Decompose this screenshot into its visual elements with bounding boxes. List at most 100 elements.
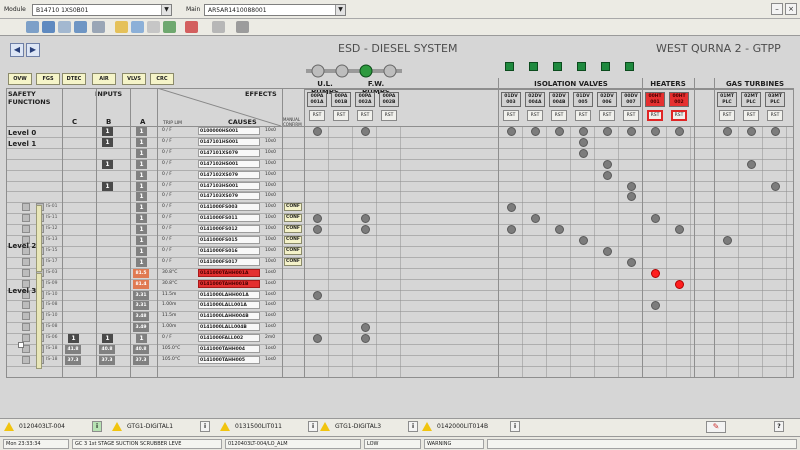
reset-button[interactable]: RST (551, 110, 567, 121)
sf-square[interactable] (22, 203, 30, 211)
confirm-button[interactable]: CONF (284, 225, 302, 233)
reset-button[interactable]: RST (333, 110, 349, 121)
confirm-button[interactable]: CONF (284, 214, 302, 222)
acknowledge-icon[interactable]: ✎ (706, 421, 726, 433)
reset-button[interactable]: RST (719, 110, 735, 121)
confirm-button[interactable]: CONF (284, 258, 302, 266)
group-gas-turbines: GAS TURBINES (725, 80, 785, 88)
reset-button[interactable]: RST (309, 110, 325, 121)
system-button-ovw[interactable]: OVW (8, 73, 32, 85)
back-arrow-icon[interactable]: ◀ (10, 43, 24, 57)
reset-button[interactable]: RST (527, 110, 543, 121)
cause-tag[interactable]: 0141000TAHH001B (198, 280, 260, 288)
main-select[interactable]: AR5AR1410088001 ▼ (204, 4, 346, 16)
reset-button[interactable]: RST (503, 110, 519, 121)
folder-icon[interactable] (115, 21, 128, 33)
alarm-tag[interactable]: 0120403LT-004 (19, 421, 65, 433)
save-icon[interactable] (42, 21, 55, 33)
cause-tag[interactable]: 0147102XS079 (198, 171, 260, 179)
system-button-air[interactable]: AIR (92, 73, 116, 85)
sf-square[interactable] (22, 356, 30, 364)
export-icon[interactable] (236, 21, 249, 33)
cause-tag[interactable]: 0141000TAHH004 (198, 345, 260, 353)
sf-square[interactable] (22, 334, 30, 342)
input-a-value: 3.31 (133, 291, 149, 300)
info-button[interactable]: i (92, 421, 102, 432)
settings-icon[interactable] (212, 21, 225, 33)
reset-button[interactable]: RST (743, 110, 759, 121)
cause-tag[interactable]: 0147103HS001 (198, 182, 260, 190)
cause-tag[interactable]: 0141000FS017 (198, 258, 260, 266)
trend-icon[interactable] (163, 21, 176, 33)
confirm-button[interactable]: CONF (284, 203, 302, 211)
table-icon[interactable] (74, 21, 87, 33)
cause-tag[interactable]: 0141000FALL002 (198, 334, 260, 342)
grid-line (96, 88, 97, 378)
help-button[interactable]: ? (774, 421, 784, 432)
window-icon[interactable] (131, 21, 144, 33)
reset-button[interactable]: RST (623, 110, 639, 121)
cause-tag[interactable]: 0141000TAHH005 (198, 356, 260, 364)
alarm-tag[interactable]: 0142000LIT014B (437, 421, 488, 433)
reset-button[interactable]: RST (357, 110, 373, 121)
cause-tag[interactable]: 0141000LALL004B (198, 323, 260, 331)
cause-tag[interactable]: 0147103XS079 (198, 192, 260, 200)
cause-tag[interactable]: 0100000HS001 (198, 127, 260, 135)
info-button[interactable]: i (308, 421, 318, 432)
cause-tag[interactable]: 0147101XS079 (198, 149, 260, 157)
system-button-vlvs[interactable]: VLVS (122, 73, 146, 85)
column-tag: 02MT PLC (741, 92, 761, 107)
alarm-tag[interactable]: GTG1-DIGITAL1 (127, 421, 173, 433)
cause-tag[interactable]: 0141000FS011 (198, 214, 260, 222)
list-icon[interactable] (147, 21, 160, 33)
reset-button[interactable]: RST (599, 110, 615, 121)
zoom-icon[interactable] (92, 21, 105, 33)
trip-limit: 0 / F (162, 248, 172, 253)
system-button-dtec[interactable]: DTEC (62, 73, 86, 85)
alarm-tag[interactable]: 0131500LIT011 (235, 421, 282, 433)
sf-square[interactable] (22, 269, 30, 277)
sf-square[interactable] (22, 214, 30, 222)
cause-tag[interactable]: 0141000FS003 (198, 203, 260, 211)
sf-square[interactable] (22, 312, 30, 320)
reset-button[interactable]: RST (575, 110, 591, 121)
cause-tag[interactable]: 0141000LALL001A (198, 301, 260, 309)
print-icon[interactable] (26, 21, 39, 33)
sf-square[interactable] (22, 301, 30, 309)
cause-tag[interactable]: 0141000FS016 (198, 247, 260, 255)
reset-button[interactable]: RST (767, 110, 783, 121)
reset-button[interactable]: RST (647, 110, 663, 121)
alarm-tag[interactable]: GTG1-DIGITAL3 (335, 421, 381, 433)
trip-limit: 30.8°C (162, 281, 178, 286)
cause-tag[interactable]: 0147102HS001 (198, 160, 260, 168)
reset-button[interactable]: RST (381, 110, 397, 121)
info-button[interactable]: i (200, 421, 210, 432)
module-select[interactable]: B14710 1XS0B01 ▼ (32, 4, 172, 16)
info-button[interactable]: i (408, 421, 418, 432)
system-button-crc[interactable]: CRC (150, 73, 174, 85)
minimize-button[interactable]: – (771, 3, 783, 15)
reset-button[interactable]: RST (671, 110, 687, 121)
close-button[interactable]: × (785, 3, 797, 15)
cause-tag[interactable]: 0141000FS012 (198, 225, 260, 233)
module-label: Module (4, 6, 26, 13)
column-tag: 01MT PLC (717, 92, 737, 107)
cause-tag[interactable]: 0141000FS015 (198, 236, 260, 244)
cause-tag[interactable]: 0141000LAHH001A (198, 291, 260, 299)
cause-tag[interactable]: 0141000TAHH001A (198, 269, 260, 277)
confirm-button[interactable]: CONF (284, 247, 302, 255)
grid-icon[interactable] (58, 21, 71, 33)
sf-square[interactable] (22, 225, 30, 233)
delay-value: 10s0 (265, 172, 276, 177)
sf-square[interactable] (22, 258, 30, 266)
alarm-icon[interactable] (185, 21, 198, 33)
effect-dot (579, 236, 588, 245)
info-button[interactable]: i (510, 421, 520, 432)
row-checkbox[interactable] (18, 342, 24, 348)
system-button-fgs[interactable]: FGS (36, 73, 60, 85)
confirm-button[interactable]: CONF (284, 236, 302, 244)
cause-tag[interactable]: 0147101HS001 (198, 138, 260, 146)
cause-tag[interactable]: 0141000LAHH004B (198, 312, 260, 320)
forward-arrow-icon[interactable]: ▶ (26, 43, 40, 57)
sf-square[interactable] (22, 323, 30, 331)
